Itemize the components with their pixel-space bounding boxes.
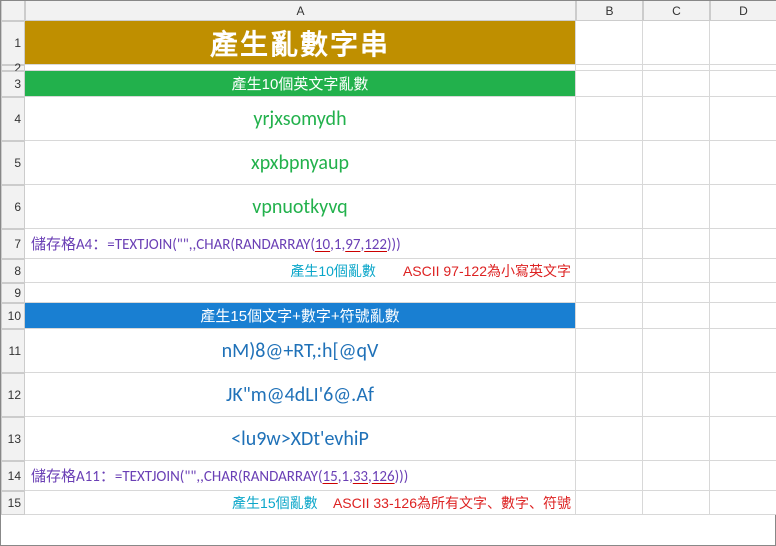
section1-header[interactable]: 產生10個英文字亂數 — [25, 71, 576, 97]
cell-D4[interactable] — [710, 97, 776, 141]
note2-left: 產生15個亂數 — [232, 493, 318, 513]
cell-C5[interactable] — [643, 141, 710, 185]
cell-D3[interactable] — [710, 71, 776, 97]
cell-C13[interactable] — [643, 417, 710, 461]
cell-A13[interactable]: <lu9w>XDt'evhiP — [25, 417, 576, 461]
row-header-12[interactable]: 12 — [1, 373, 25, 417]
col-header-B[interactable]: B — [576, 1, 643, 21]
cell-D7[interactable] — [710, 229, 776, 259]
cell-D11[interactable] — [710, 329, 776, 373]
formula2-prefix: 儲存格A11： — [31, 468, 115, 486]
cell-C3[interactable] — [643, 71, 710, 97]
row-header-11[interactable]: 11 — [1, 329, 25, 373]
cell-D1[interactable] — [710, 21, 776, 65]
cell-B12[interactable] — [576, 373, 643, 417]
spreadsheet-grid[interactable]: A B C D 1 產生亂數字串 2 3 產生10個英文字亂數 4 yrjxso… — [1, 1, 776, 515]
formula2-count: 15 — [323, 468, 338, 486]
cell-A9[interactable] — [25, 283, 576, 303]
cell-B11[interactable] — [576, 329, 643, 373]
cell-C1[interactable] — [643, 21, 710, 65]
row-header-3[interactable]: 3 — [1, 71, 25, 97]
cell-C12[interactable] — [643, 373, 710, 417]
cell-D8[interactable] — [710, 259, 776, 283]
cell-C10[interactable] — [643, 303, 710, 329]
row-header-13[interactable]: 13 — [1, 417, 25, 461]
cell-A14-formula[interactable]: 儲存格A11：=TEXTJOIN("",,CHAR(RANDARRAY(15,1… — [25, 461, 576, 491]
cell-B6[interactable] — [576, 185, 643, 229]
cell-A11[interactable]: nM)8@+RT,:h[@qV — [25, 329, 576, 373]
row-header-10[interactable]: 10 — [1, 303, 25, 329]
row-header-15[interactable]: 15 — [1, 491, 25, 515]
cell-D5[interactable] — [710, 141, 776, 185]
row-header-9[interactable]: 9 — [1, 283, 25, 303]
col-header-A[interactable]: A — [25, 1, 576, 21]
cell-B10[interactable] — [576, 303, 643, 329]
cell-B5[interactable] — [576, 141, 643, 185]
cell-A6[interactable]: vpnuotkyvq — [25, 185, 576, 229]
cell-A5[interactable]: xpxbpnyaup — [25, 141, 576, 185]
cell-D14[interactable] — [710, 461, 776, 491]
formula1-hi: 122 — [364, 236, 387, 254]
section2-header[interactable]: 產生15個文字+數字+符號亂數 — [25, 303, 576, 329]
cell-A4[interactable]: yrjxsomydh — [25, 97, 576, 141]
cell-A12[interactable]: JK"m@4dLI'6@.Af — [25, 373, 576, 417]
cell-C7[interactable] — [643, 229, 710, 259]
row-header-7[interactable]: 7 — [1, 229, 25, 259]
cell-B15[interactable] — [576, 491, 643, 515]
formula2-hi: 126 — [372, 468, 395, 486]
cell-C9[interactable] — [643, 283, 710, 303]
row-header-5[interactable]: 5 — [1, 141, 25, 185]
cell-A8-notes[interactable]: 產生10個亂數 ASCII 97-122為小寫英文字 — [25, 259, 576, 283]
note1-right: ASCII 97-122為小寫英文字 — [403, 261, 571, 281]
col-header-C[interactable]: C — [643, 1, 710, 21]
cell-D9[interactable] — [710, 283, 776, 303]
cell-D10[interactable] — [710, 303, 776, 329]
note2-right: ASCII 33-126為所有文字、數字、符號 — [333, 493, 571, 513]
cell-B14[interactable] — [576, 461, 643, 491]
formula2-body: =TEXTJOIN("",,CHAR(RANDARRAY( — [115, 468, 323, 486]
cell-D15[interactable] — [710, 491, 776, 515]
cell-B1[interactable] — [576, 21, 643, 65]
cell-B7[interactable] — [576, 229, 643, 259]
formula1-prefix: 儲存格A4： — [31, 236, 107, 254]
cell-D6[interactable] — [710, 185, 776, 229]
row-header-14[interactable]: 14 — [1, 461, 25, 491]
cell-C6[interactable] — [643, 185, 710, 229]
cell-B8[interactable] — [576, 259, 643, 283]
cell-C14[interactable] — [643, 461, 710, 491]
cell-C11[interactable] — [643, 329, 710, 373]
cell-D13[interactable] — [710, 417, 776, 461]
cell-C4[interactable] — [643, 97, 710, 141]
cell-C15[interactable] — [643, 491, 710, 515]
col-header-D[interactable]: D — [710, 1, 776, 21]
row-header-8[interactable]: 8 — [1, 259, 25, 283]
row-header-4[interactable]: 4 — [1, 97, 25, 141]
formula1-body: =TEXTJOIN("",,CHAR(RANDARRAY( — [107, 236, 315, 254]
cell-D12[interactable] — [710, 373, 776, 417]
cell-A15-notes[interactable]: 產生15個亂數 ASCII 33-126為所有文字、數字、符號 — [25, 491, 576, 515]
row-header-1[interactable]: 1 — [1, 21, 25, 65]
cell-B4[interactable] — [576, 97, 643, 141]
cell-B3[interactable] — [576, 71, 643, 97]
row-header-6[interactable]: 6 — [1, 185, 25, 229]
note1-left: 產生10個亂數 — [290, 261, 376, 281]
cell-A7-formula[interactable]: 儲存格A4：=TEXTJOIN("",,CHAR(RANDARRAY(10,1,… — [25, 229, 576, 259]
select-all-corner[interactable] — [1, 1, 25, 21]
formula1-count: 10 — [315, 236, 330, 254]
cell-C8[interactable] — [643, 259, 710, 283]
title-banner[interactable]: 產生亂數字串 — [25, 21, 576, 65]
cell-B13[interactable] — [576, 417, 643, 461]
formula1-lo: 97 — [345, 236, 360, 254]
cell-B9[interactable] — [576, 283, 643, 303]
formula2-lo: 33 — [353, 468, 368, 486]
